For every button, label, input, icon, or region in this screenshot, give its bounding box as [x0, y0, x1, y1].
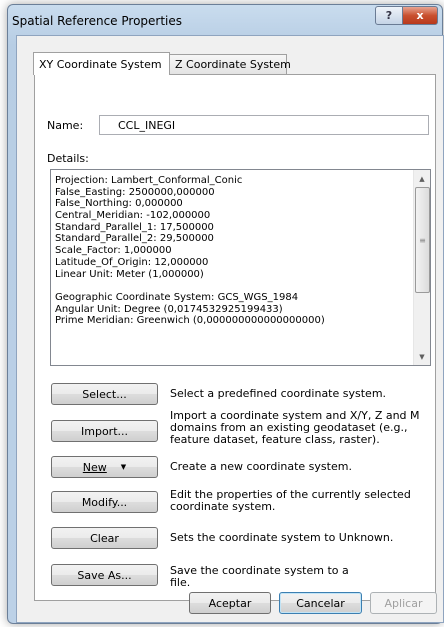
- scroll-up-arrow-icon[interactable]: ▲: [414, 170, 430, 187]
- new-button[interactable]: New ▼: [51, 456, 158, 478]
- cancel-button[interactable]: Cancelar: [279, 592, 362, 614]
- cancel-button-label: Cancelar: [296, 596, 345, 610]
- window-title: Spatial Reference Properties: [12, 14, 183, 28]
- help-icon: ?: [385, 9, 393, 22]
- detail-line-blank: [51, 280, 430, 292]
- apply-button-label: Aplicar: [384, 596, 423, 610]
- tab-panel: Name: Details: Projection: Lambert_Confo…: [34, 74, 436, 601]
- dialog-body: XY Coordinate System Z Coordinate System…: [16, 35, 444, 623]
- clear-description: Sets the coordinate system to Unknown.: [170, 531, 394, 544]
- detail-line: Geographic Coordinate System: GCS_WGS_19…: [55, 291, 299, 303]
- name-label: Name:: [47, 119, 84, 132]
- details-textbox[interactable]: Projection: Lambert_Conformal_Conic Fals…: [50, 169, 431, 366]
- apply-button[interactable]: Aplicar: [370, 592, 437, 614]
- detail-line: Standard_Parallel_1: 17,500000: [55, 221, 214, 233]
- clear-button[interactable]: Clear: [51, 527, 158, 549]
- clear-button-label: Clear: [90, 531, 119, 545]
- detail-line: Linear Unit: Meter (1,000000): [55, 268, 204, 280]
- save-as-button-label: Save As...: [77, 568, 132, 582]
- tab-z-coordinate-system[interactable]: Z Coordinate System: [169, 54, 291, 74]
- detail-line: Latitude_Of_Origin: 12,000000: [55, 256, 209, 268]
- save-as-button[interactable]: Save As...: [51, 564, 158, 586]
- detail-line: Angular Unit: Degree (0,0174532925199433…: [55, 303, 283, 315]
- detail-line: False_Easting: 2500000,000000: [55, 186, 215, 198]
- close-button[interactable]: x: [402, 6, 438, 25]
- tab-label: XY Coordinate System: [39, 57, 162, 71]
- detail-line: Standard_Parallel_2: 29,500000: [55, 233, 214, 245]
- accept-button[interactable]: Aceptar: [189, 592, 271, 614]
- dialog-window: Spatial Reference Properties ? x XY Coor…: [7, 4, 444, 624]
- detail-line: Central_Meridian: -102,000000: [55, 210, 211, 222]
- scroll-down-arrow-icon[interactable]: ▼: [414, 348, 430, 365]
- details-text: Projection: Lambert_Conformal_Conic Fals…: [51, 175, 430, 327]
- import-button[interactable]: Import...: [51, 420, 158, 442]
- tab-xy-coordinate-system[interactable]: XY Coordinate System: [33, 52, 170, 75]
- new-button-label: New: [82, 460, 107, 474]
- dropdown-arrow-icon: ▼: [120, 463, 127, 471]
- select-button-label: Select...: [82, 387, 127, 401]
- tab-label: Z Coordinate System: [175, 58, 291, 71]
- detail-line: Projection: Lambert_Conformal_Conic: [55, 175, 243, 186]
- details-label: Details:: [47, 152, 89, 165]
- modify-button[interactable]: Modify...: [51, 491, 158, 513]
- name-field[interactable]: [99, 115, 429, 135]
- select-button[interactable]: Select...: [51, 383, 158, 405]
- save-as-description: Save the coordinate system to a file.: [170, 564, 349, 589]
- detail-line: Scale_Factor: 1,000000: [55, 245, 172, 257]
- import-button-label: Import...: [81, 424, 128, 438]
- detail-line: Prime Meridian: Greenwich (0,00000000000…: [55, 315, 325, 327]
- accept-button-label: Aceptar: [208, 596, 252, 610]
- detail-line: False_Northing: 0,000000: [55, 198, 183, 210]
- modify-button-label: Modify...: [81, 495, 128, 509]
- details-scrollbar[interactable]: ▲ ≡ ▼: [413, 170, 430, 365]
- import-description: Import a coordinate system and X/Y, Z an…: [170, 409, 420, 446]
- modify-description: Edit the properties of the currently sel…: [170, 488, 411, 513]
- select-description: Select a predefined coordinate system.: [170, 387, 387, 400]
- close-icon: x: [416, 9, 424, 22]
- new-description: Create a new coordinate system.: [170, 460, 352, 473]
- scroll-thumb[interactable]: ≡: [415, 187, 430, 293]
- help-button[interactable]: ?: [375, 6, 403, 25]
